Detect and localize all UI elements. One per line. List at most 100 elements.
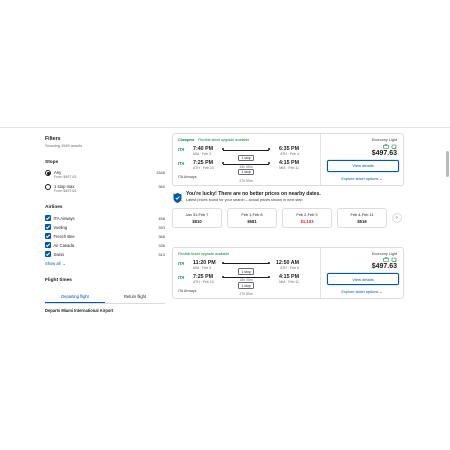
departure: 7:25 PM ATH · Feb 10 xyxy=(193,160,217,170)
tab-departing-flight[interactable]: Departing flight xyxy=(45,291,105,303)
route-start-dot xyxy=(222,261,225,264)
nearby-dates-panel: You're lucky! There are no better prices… xyxy=(172,191,404,241)
flight-path: 1 stop 27h 50m xyxy=(222,274,270,297)
airline-label: Swiss xyxy=(53,251,65,257)
checkbox[interactable] xyxy=(45,251,51,257)
date-option-card[interactable]: Feb 4-Feb 11 $516 xyxy=(337,207,387,228)
airline-ita[interactable]: ITA Airways 458 xyxy=(45,215,165,221)
explore-label: Explore ticket options xyxy=(341,175,379,181)
results-page: Filters Showing 1545 results Stops Any F… xyxy=(0,127,450,330)
date-option-card[interactable]: Jan 31-Feb 7 $810 xyxy=(172,207,222,228)
itinerary: Flexible ticket upgrade available ITA 11… xyxy=(173,247,321,298)
show-all-label: Show all xyxy=(45,261,61,266)
filters-title: Filters xyxy=(45,136,61,142)
view-details-button[interactable]: View details xyxy=(327,273,399,285)
radio-1-stop[interactable] xyxy=(45,184,51,190)
departure-time: 11:20 PM xyxy=(193,259,216,266)
badges: Flexible ticket upgrade available xyxy=(178,252,315,256)
price-panel: Economy Light $497.63 View details Explo… xyxy=(321,134,403,185)
nearby-dates-title: You're lucky! There are no better prices… xyxy=(186,190,321,197)
arrival-airport: ATH · Feb 5 xyxy=(280,265,299,270)
airline-vueling[interactable]: Vueling 393 xyxy=(45,224,165,230)
badges: Cheapest Flexible ticket upgrade availab… xyxy=(178,138,315,142)
viewport: Filters Showing 1545 results Stops Any F… xyxy=(0,0,450,450)
itinerary: Cheapest Flexible ticket upgrade availab… xyxy=(173,134,321,185)
arrival-time: 4:15 PM xyxy=(278,273,299,280)
filters-sidebar: Filters Showing 1545 results Stops Any F… xyxy=(45,136,165,313)
date-option-card[interactable]: Feb 2-Feb 9 $1,103 xyxy=(282,207,332,228)
explore-label: Explore ticket options xyxy=(341,289,379,294)
outbound-flight: ITA 7:40 PM MIA · Feb 3 1 stop 15h 55m 6… xyxy=(178,146,315,169)
flight-path: 1 stop 27h 50m xyxy=(222,160,270,183)
checkbox[interactable] xyxy=(45,215,51,221)
price: $497.63 xyxy=(371,149,397,157)
airline-label: Air Canada xyxy=(53,242,74,248)
arrival-airport: MIA · Feb 11 xyxy=(279,279,299,284)
stops-badge: 1 stop xyxy=(238,282,254,289)
route-line xyxy=(223,263,269,264)
option-price: From $497.63 xyxy=(54,189,77,193)
flight-times-heading: Flight times xyxy=(45,278,72,283)
radio-any[interactable] xyxy=(45,170,51,176)
return-flight: ITA 7:25 PM ATH · Feb 10 1 stop 27h 50m xyxy=(178,160,315,183)
departure-airport: MIA · Feb 3 xyxy=(193,152,212,156)
airlines-heading: Airlines xyxy=(45,205,63,210)
flexible-upgrade-badge: Flexible ticket upgrade available xyxy=(178,251,230,256)
chevron-right-icon[interactable]: › xyxy=(392,212,402,223)
personal-item-icon xyxy=(383,143,389,149)
route-end-dot xyxy=(267,275,270,278)
results-count: Showing 1545 results xyxy=(45,143,83,148)
nearby-dates-carousel: Jan 31-Feb 7 $810 Feb 1-Feb 8 $581 Feb 2… xyxy=(172,207,404,228)
view-details-button[interactable]: View details xyxy=(327,159,399,172)
chevron-down-icon: ⌄ xyxy=(62,261,66,266)
flight-times-tabs: Departing flight Return flight xyxy=(45,291,165,304)
checkbox[interactable] xyxy=(45,233,51,239)
airline-count: 393 xyxy=(158,225,165,230)
airline-french-bee[interactable]: French Bee 365 xyxy=(45,233,165,239)
airline-swiss[interactable]: Swiss 313 xyxy=(45,251,165,257)
option-count: 1545 xyxy=(156,170,165,175)
arrival-airport: ATH · Feb 4 xyxy=(280,152,299,156)
ita-airways-logo-icon: ITA xyxy=(178,274,185,280)
stops-heading: Stops xyxy=(45,160,59,165)
stops-option-1-stop[interactable]: 1 stop max From $497.63 360 xyxy=(45,184,165,193)
arrival: 12:50 AM ATH · Feb 5 xyxy=(275,260,299,270)
tab-return-flight[interactable]: Return flight xyxy=(105,291,165,303)
chevron-down-icon: ⌄ xyxy=(379,289,383,294)
airline-count: 335 xyxy=(158,243,165,248)
arrival: 4:15 PM MIA · Feb 11 xyxy=(275,160,299,170)
nearby-dates-subtitle: Latest prices found for your search – ac… xyxy=(186,197,303,202)
airline-label: French Bee xyxy=(53,233,75,239)
show-all-airlines-link[interactable]: Show all ⌄ xyxy=(45,261,165,266)
route-line xyxy=(223,277,269,278)
airline-label: Vueling xyxy=(53,224,68,230)
route-line xyxy=(223,163,269,165)
route-end-dot xyxy=(267,261,270,264)
checkbox[interactable] xyxy=(45,242,51,248)
route-start-dot xyxy=(222,275,225,278)
explore-ticket-options-link[interactable]: Explore ticket options ⌄ xyxy=(327,289,397,294)
duration: 27h 50m xyxy=(239,178,253,183)
price: $497.63 xyxy=(371,263,397,270)
option-price: From $497.63 xyxy=(54,175,77,179)
airline-count: 365 xyxy=(158,234,165,239)
departure-airport: ATH · Feb 10 xyxy=(193,279,214,284)
duration: 27h 50m xyxy=(239,292,253,297)
nearby-dates-header: You're lucky! There are no better prices… xyxy=(172,191,404,203)
flight-result-card[interactable]: Flexible ticket upgrade available ITA 11… xyxy=(172,246,404,299)
stops-option-any[interactable]: Any From $497.63 1545 xyxy=(45,170,165,179)
date-option-card[interactable]: Feb 1-Feb 8 $581 xyxy=(227,207,277,228)
flight-result-card[interactable]: Cheapest Flexible ticket upgrade availab… xyxy=(172,133,404,186)
ita-airways-logo-icon: ITA xyxy=(178,260,185,266)
arrival: 6:35 PM ATH · Feb 4 xyxy=(275,146,299,156)
explore-ticket-options-link[interactable]: Explore ticket options ⌄ xyxy=(327,176,397,181)
departure: 11:20 PM MIA · Feb 3 xyxy=(193,260,217,270)
departs-airport-label: Departs Miami International Airport xyxy=(45,308,114,313)
option-count: 360 xyxy=(158,184,165,189)
airline-count: 458 xyxy=(158,216,165,221)
airline-air-canada[interactable]: Air Canada 335 xyxy=(45,242,165,248)
arrival-airport: MIA · Feb 11 xyxy=(279,166,299,170)
route-start-dot xyxy=(222,162,225,165)
fare-name: Economy Light xyxy=(371,251,397,256)
checkbox[interactable] xyxy=(45,224,51,230)
